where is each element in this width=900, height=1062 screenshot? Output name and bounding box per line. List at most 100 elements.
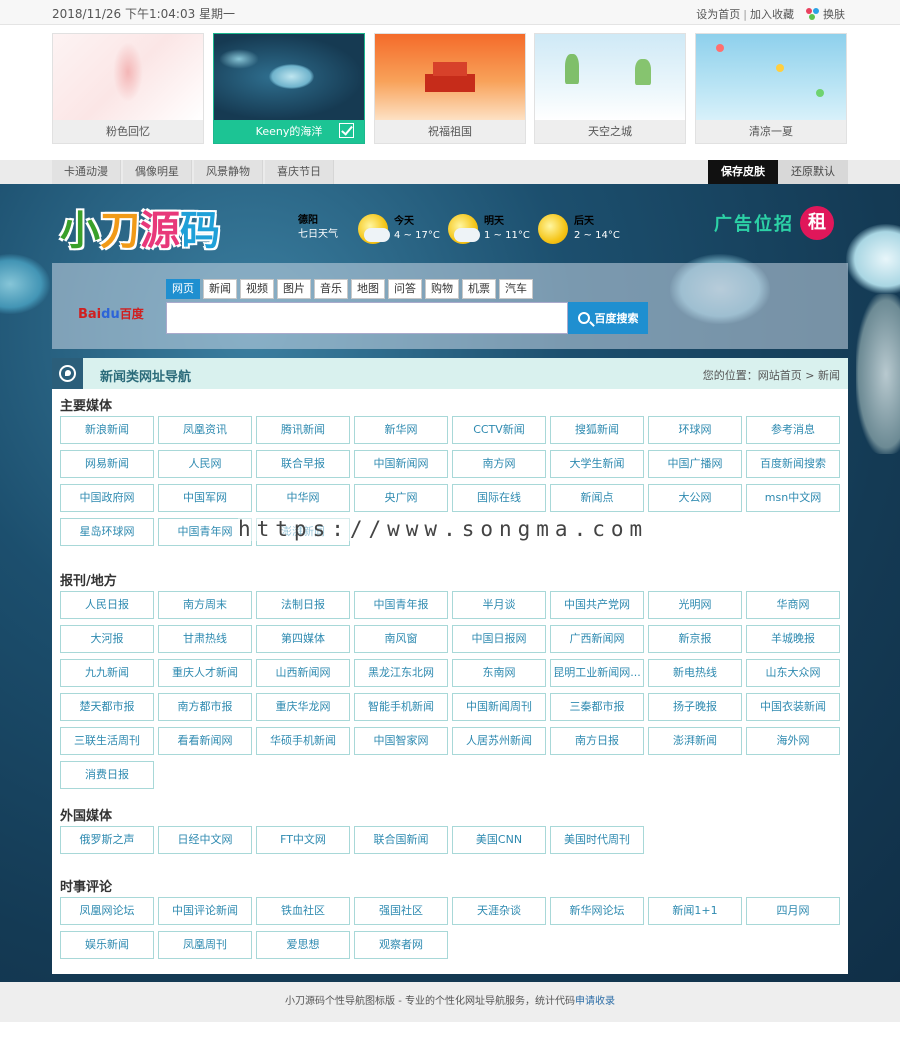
- search-tab-map[interactable]: 地图: [351, 279, 385, 299]
- nav-link[interactable]: 大学生新闻: [550, 450, 644, 478]
- nav-link[interactable]: 环球网: [648, 416, 742, 444]
- search-input[interactable]: [166, 302, 568, 334]
- nav-link[interactable]: 南风窗: [354, 625, 448, 653]
- search-tab-music[interactable]: 音乐: [314, 279, 348, 299]
- weather-widget[interactable]: 德阳 七日天气 今天 4 ~ 17°C 明天 1 ~ 11°C 后天 2 ~ 1…: [298, 214, 628, 244]
- nav-link[interactable]: 看看新闻网: [158, 727, 252, 755]
- nav-link[interactable]: 华硕手机新闻: [256, 727, 350, 755]
- nav-link[interactable]: 广西新闻网: [550, 625, 644, 653]
- search-tab-car[interactable]: 汽车: [499, 279, 533, 299]
- nav-link[interactable]: 美国CNN: [452, 826, 546, 854]
- nav-link[interactable]: 美国时代周刊: [550, 826, 644, 854]
- nav-link[interactable]: 山东大众网: [746, 659, 840, 687]
- nav-link[interactable]: 俄罗斯之声: [60, 826, 154, 854]
- nav-link[interactable]: 半月谈: [452, 591, 546, 619]
- skin-card-ocean[interactable]: Keeny的海洋: [213, 33, 365, 144]
- nav-link[interactable]: 南方都市报: [158, 693, 252, 721]
- skin-card-summer[interactable]: 清凉一夏: [695, 33, 847, 144]
- nav-link[interactable]: 大公网: [648, 484, 742, 512]
- nav-link[interactable]: 第四媒体: [256, 625, 350, 653]
- nav-link[interactable]: 中国衣装新闻: [746, 693, 840, 721]
- nav-link[interactable]: 法制日报: [256, 591, 350, 619]
- nav-link[interactable]: 新京报: [648, 625, 742, 653]
- nav-link[interactable]: 百度新闻搜索: [746, 450, 840, 478]
- nav-link[interactable]: 人居苏州新闻: [452, 727, 546, 755]
- nav-link[interactable]: 新电热线: [648, 659, 742, 687]
- nav-link[interactable]: 山西新闻网: [256, 659, 350, 687]
- nav-link[interactable]: 四月网: [746, 897, 840, 925]
- nav-link[interactable]: 中国日报网: [452, 625, 546, 653]
- nav-link[interactable]: 网易新闻: [60, 450, 154, 478]
- nav-link[interactable]: 新闻点: [550, 484, 644, 512]
- skin-card-sky-city[interactable]: 天空之城: [534, 33, 686, 144]
- nav-link[interactable]: 新浪新闻: [60, 416, 154, 444]
- apply-listing-link[interactable]: 申请收录: [575, 996, 615, 1007]
- nav-link[interactable]: 华商网: [746, 591, 840, 619]
- set-home-link[interactable]: 设为首页: [696, 6, 740, 22]
- nav-link[interactable]: msn中文网: [746, 484, 840, 512]
- nav-link[interactable]: 南方周末: [158, 591, 252, 619]
- skin-card-motherland[interactable]: 祝福祖国: [374, 33, 526, 144]
- tab-festival[interactable]: 喜庆节日: [265, 160, 334, 184]
- nav-link[interactable]: 中国智家网: [354, 727, 448, 755]
- breadcrumb[interactable]: 您的位置：网站首页 > 新闻: [703, 367, 840, 383]
- nav-link[interactable]: 中国军网: [158, 484, 252, 512]
- nav-link[interactable]: 中国评论新闻: [158, 897, 252, 925]
- nav-link[interactable]: 天涯杂谈: [452, 897, 546, 925]
- nav-link[interactable]: 楚天都市报: [60, 693, 154, 721]
- baidu-search-button[interactable]: 百度搜索: [568, 302, 648, 334]
- nav-link[interactable]: 强国社区: [354, 897, 448, 925]
- nav-link[interactable]: 中国青年报: [354, 591, 448, 619]
- nav-link[interactable]: 中国共产党网: [550, 591, 644, 619]
- nav-link[interactable]: CCTV新闻: [452, 416, 546, 444]
- nav-link[interactable]: 星岛环球网: [60, 518, 154, 546]
- search-tab-flight[interactable]: 机票: [462, 279, 496, 299]
- nav-link[interactable]: 国际在线: [452, 484, 546, 512]
- nav-link[interactable]: 参考消息: [746, 416, 840, 444]
- nav-link[interactable]: 智能手机新闻: [354, 693, 448, 721]
- search-tab-video[interactable]: 视频: [240, 279, 274, 299]
- nav-link[interactable]: 黑龙江东北网: [354, 659, 448, 687]
- nav-link[interactable]: 中国政府网: [60, 484, 154, 512]
- nav-link[interactable]: 大河报: [60, 625, 154, 653]
- nav-link[interactable]: 中国广播网: [648, 450, 742, 478]
- nav-link[interactable]: 澎湃新闻: [648, 727, 742, 755]
- nav-link[interactable]: 重庆人才新闻: [158, 659, 252, 687]
- search-tab-news[interactable]: 新闻: [203, 279, 237, 299]
- search-tab-web[interactable]: 网页: [166, 279, 200, 299]
- nav-link[interactable]: 日经中文网: [158, 826, 252, 854]
- nav-link[interactable]: 人民日报: [60, 591, 154, 619]
- nav-link[interactable]: 凤凰资讯: [158, 416, 252, 444]
- nav-link[interactable]: 光明网: [648, 591, 742, 619]
- nav-link[interactable]: 新华网: [354, 416, 448, 444]
- nav-link[interactable]: 新闻1+1: [648, 897, 742, 925]
- nav-link[interactable]: 新华网论坛: [550, 897, 644, 925]
- nav-link[interactable]: 央广网: [354, 484, 448, 512]
- restore-default-button[interactable]: 还原默认: [778, 160, 848, 184]
- nav-link[interactable]: 人民网: [158, 450, 252, 478]
- site-logo[interactable]: 小刀源码: [60, 198, 220, 256]
- nav-link[interactable]: 腾讯新闻: [256, 416, 350, 444]
- nav-link[interactable]: 消费日报: [60, 761, 154, 789]
- nav-link[interactable]: 南方网: [452, 450, 546, 478]
- nav-link[interactable]: 爱思想: [256, 931, 350, 959]
- tab-scenery[interactable]: 风景静物: [194, 160, 263, 184]
- nav-link[interactable]: 羊城晚报: [746, 625, 840, 653]
- nav-link[interactable]: 南方日报: [550, 727, 644, 755]
- nav-link[interactable]: 三秦都市报: [550, 693, 644, 721]
- nav-link[interactable]: 甘肃热线: [158, 625, 252, 653]
- nav-link[interactable]: 九九新闻: [60, 659, 154, 687]
- tab-cartoon[interactable]: 卡通动漫: [52, 160, 121, 184]
- nav-link[interactable]: 联合早报: [256, 450, 350, 478]
- nav-link[interactable]: 昆明工业新闻网...: [550, 659, 644, 687]
- nav-link[interactable]: 三联生活周刊: [60, 727, 154, 755]
- search-tab-shopping[interactable]: 购物: [425, 279, 459, 299]
- nav-link[interactable]: FT中文网: [256, 826, 350, 854]
- ad-slot[interactable]: 广告位招 租: [714, 206, 834, 240]
- nav-link[interactable]: 东南网: [452, 659, 546, 687]
- nav-link[interactable]: 搜狐新闻: [550, 416, 644, 444]
- nav-link[interactable]: 娱乐新闻: [60, 931, 154, 959]
- nav-link[interactable]: 联合国新闻: [354, 826, 448, 854]
- skin-card-pink[interactable]: 粉色回忆: [52, 33, 204, 144]
- nav-link[interactable]: 海外网: [746, 727, 840, 755]
